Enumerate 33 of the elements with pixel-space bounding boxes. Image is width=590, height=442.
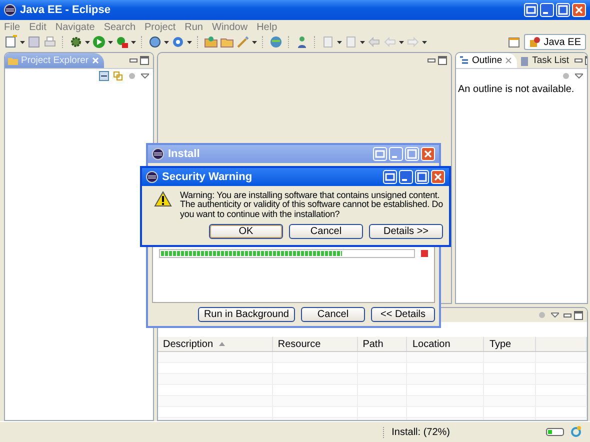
- outline-tab[interactable]: Outline: [456, 53, 518, 68]
- dialog-button[interactable]: Cancel: [289, 224, 363, 240]
- dialog-button[interactable]: Details >>: [369, 224, 443, 240]
- menu-item[interactable]: Search: [104, 22, 136, 32]
- window-title: Java EE - Eclipse: [20, 4, 112, 16]
- menu-item[interactable]: Run: [184, 22, 203, 32]
- dialog-title: Security Warning: [162, 171, 254, 183]
- outline-message: An outline is not available.: [457, 83, 576, 96]
- task-list-tab[interactable]: Task List: [517, 53, 574, 68]
- column-label: Type: [489, 338, 512, 350]
- column-header[interactable]: Type: [484, 337, 536, 352]
- dialog-button[interactable]: OK: [209, 224, 283, 240]
- dialog-title: Install: [168, 148, 201, 160]
- menu-item[interactable]: File: [4, 22, 20, 32]
- menu-item[interactable]: Help: [256, 22, 278, 32]
- perspective-button[interactable]: Java EE: [524, 34, 586, 50]
- column-label: Path: [362, 338, 384, 350]
- menu-item[interactable]: Window: [212, 22, 248, 32]
- column-header[interactable]: Resource: [272, 337, 358, 352]
- column-header[interactable]: Description: [158, 337, 272, 352]
- menu-item[interactable]: Edit: [29, 22, 46, 32]
- dialog-button[interactable]: Run in Background: [198, 307, 295, 322]
- column-label: Description: [163, 338, 214, 350]
- column-header[interactable]: Path: [357, 337, 407, 352]
- menu-item[interactable]: Project: [144, 22, 176, 32]
- warning-message: Warning: You are installing software that contains unsigned content. The authenticity or validity of this software cannot be established. Do you want to continue with the installation?: [180, 191, 444, 220]
- dialog-button[interactable]: Cancel: [301, 307, 365, 322]
- column-label: Resource: [278, 338, 321, 350]
- status-task: Install: (72%): [382, 426, 450, 438]
- dialog-button[interactable]: << Details: [371, 307, 435, 322]
- menu-item[interactable]: Navigate: [55, 22, 95, 32]
- column-header[interactable]: Location: [406, 337, 484, 352]
- column-label: Location: [412, 338, 450, 350]
